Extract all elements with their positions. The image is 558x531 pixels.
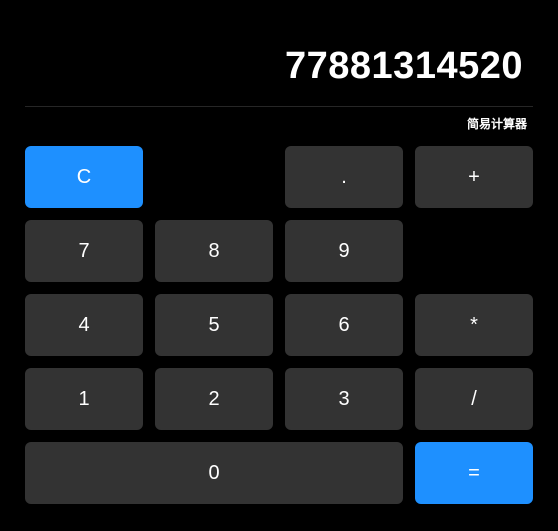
plus-button[interactable]: + — [415, 146, 533, 208]
one-button[interactable]: 1 — [25, 368, 143, 430]
zero-button[interactable]: 0 — [25, 442, 403, 504]
blank-slot — [415, 220, 533, 282]
calculator-label: 简易计算器 — [25, 106, 533, 146]
nine-button[interactable]: 9 — [285, 220, 403, 282]
eight-button[interactable]: 8 — [155, 220, 273, 282]
four-button[interactable]: 4 — [25, 294, 143, 356]
five-button[interactable]: 5 — [155, 294, 273, 356]
keypad: C . + 7 8 9 4 5 6 * 1 2 3 / 0 = — [25, 146, 533, 504]
clear-button[interactable]: C — [25, 146, 143, 208]
display: 77881314520 — [25, 20, 533, 106]
divide-button[interactable]: / — [415, 368, 533, 430]
blank-slot — [155, 146, 273, 208]
seven-button[interactable]: 7 — [25, 220, 143, 282]
multiply-button[interactable]: * — [415, 294, 533, 356]
three-button[interactable]: 3 — [285, 368, 403, 430]
six-button[interactable]: 6 — [285, 294, 403, 356]
equals-button[interactable]: = — [415, 442, 533, 504]
dot-button[interactable]: . — [285, 146, 403, 208]
two-button[interactable]: 2 — [155, 368, 273, 430]
